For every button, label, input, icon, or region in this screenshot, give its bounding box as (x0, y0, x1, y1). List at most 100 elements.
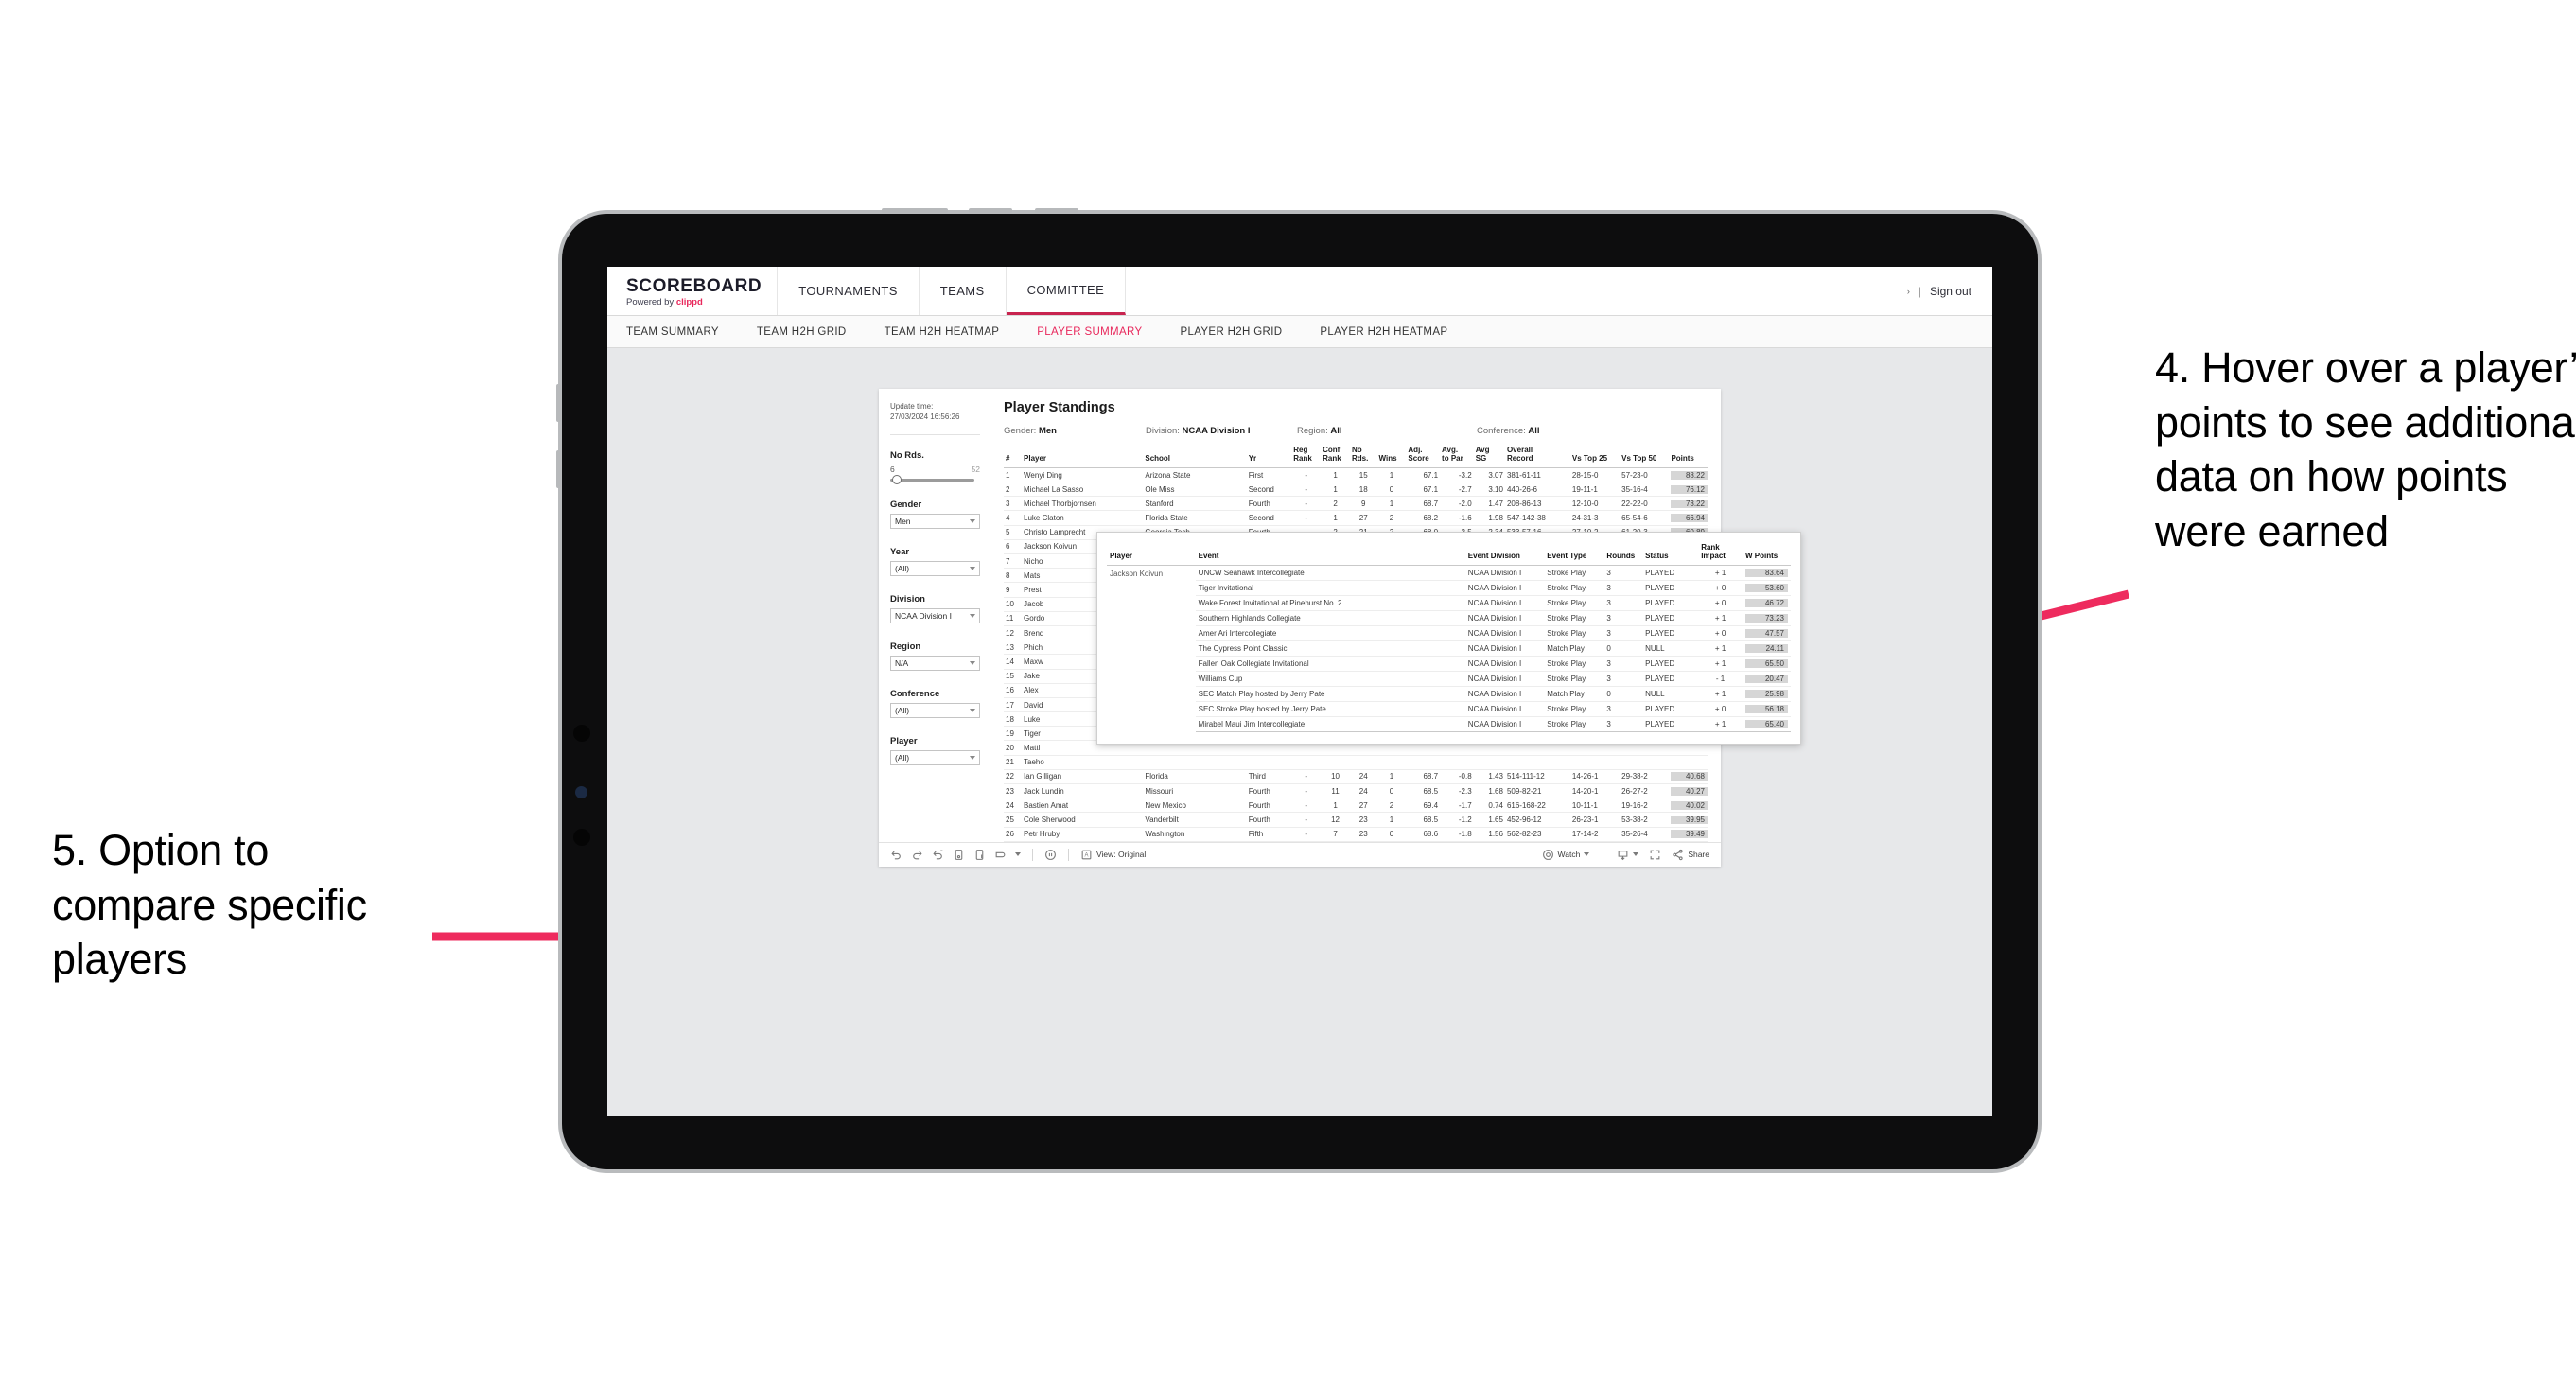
cell-school: Ole Miss (1143, 482, 1247, 498)
tooltip-cell-impact: + 0 (1698, 625, 1744, 642)
cell-pts[interactable] (1669, 755, 1708, 770)
sign-out-button[interactable]: Sign out (1930, 285, 1971, 298)
tooltip-cell-rounds: 3 (1603, 716, 1643, 733)
column-header-yr[interactable]: Yr (1246, 445, 1292, 468)
points-badge[interactable]: 40.27 (1671, 786, 1708, 796)
table-row[interactable]: 23 Jack Lundin Missouri Fourth -11 24 0 68.5 -2.… (1004, 783, 1708, 799)
column-header-adj-score[interactable]: Adj. Score (1406, 445, 1441, 468)
tab-team-h2h-grid[interactable]: TEAM H2H GRID (757, 326, 847, 338)
region-select[interactable]: N/A (890, 655, 980, 671)
table-row[interactable]: 26 Petr Hruby Washington Fifth -7 23 0 68.6 -1.8… (1004, 827, 1708, 842)
tab-team-summary[interactable]: TEAM SUMMARY (626, 326, 719, 338)
points-badge[interactable]: 73.22 (1671, 499, 1708, 508)
pause-auto-update-icon[interactable] (1044, 849, 1057, 861)
power-button[interactable] (882, 208, 948, 213)
gender-select[interactable]: Men (890, 513, 980, 529)
chevron-right-icon[interactable]: › (1907, 287, 1910, 296)
slider-handle[interactable] (892, 475, 902, 485)
cell-conf: 1 (1321, 510, 1350, 526)
column-header-avg-sg[interactable]: Avg SG (1473, 445, 1505, 468)
cell-school: Florida State (1143, 510, 1247, 526)
cell-pts[interactable]: 88.22 (1669, 467, 1708, 483)
tab-player-summary[interactable]: PLAYER SUMMARY (1037, 326, 1142, 338)
undo-icon[interactable] (890, 849, 902, 861)
column-header-wins[interactable]: Wins (1376, 445, 1407, 468)
table-row[interactable]: 1 Wenyi Ding Arizona State First -1 15 1 67.1 -3… (1004, 467, 1708, 483)
cell-par: -1.2 (1440, 812, 1474, 828)
player-select[interactable]: (All) (890, 749, 980, 765)
cell-pts[interactable]: 39.95 (1669, 812, 1708, 828)
column-header-vs-top-25[interactable]: Vs Top 25 (1569, 445, 1621, 468)
column-header-[interactable]: # (1004, 445, 1023, 468)
top-button-secondary[interactable] (969, 208, 1012, 213)
table-row[interactable]: 22 Ian Gilligan Florida Third -10 24 1 68.7 -0.8… (1004, 769, 1708, 785)
tab-player-h2h-heatmap[interactable]: PLAYER H2H HEATMAP (1320, 326, 1447, 338)
tooltip-cell-event: Tiger Invitational (1195, 580, 1465, 597)
cell-n: 24 (1004, 798, 1023, 814)
table-row[interactable]: 24 Bastien Amat New Mexico Fourth -1 27 2 69.4-… (1004, 798, 1708, 814)
column-header-overall-record[interactable]: Overall Record (1504, 445, 1570, 468)
nav-item-tournaments[interactable]: TOURNAMENTS (778, 267, 920, 315)
cell-yr: Fifth (1246, 827, 1292, 842)
column-header-vs-top-50[interactable]: Vs Top 50 (1620, 445, 1670, 468)
points-badge[interactable]: 40.68 (1671, 772, 1708, 781)
points-badge[interactable]: 66.94 (1671, 514, 1708, 523)
nav-item-committee[interactable]: COMMITTEE (1006, 267, 1127, 315)
points-badge[interactable]: 39.49 (1671, 830, 1708, 839)
table-row[interactable]: 21 Taeho (1004, 755, 1708, 770)
view-original-button[interactable]: A View: Original (1080, 849, 1146, 861)
column-header-avg-to-par[interactable]: Avg. to Par (1440, 445, 1474, 468)
tooltip-cell-player (1107, 702, 1196, 717)
column-header-points[interactable]: Points (1669, 445, 1708, 468)
watch-button[interactable]: Watch (1542, 849, 1590, 861)
volume-button-down[interactable] (556, 450, 561, 488)
cell-pts[interactable]: 40.02 (1669, 798, 1708, 814)
cell-pts[interactable]: 39.49 (1669, 827, 1708, 842)
share-button[interactable]: Share (1672, 849, 1709, 861)
tooltip-body: Jackson Koivun UNCW Seahawk Intercollegia… (1107, 565, 1791, 733)
column-header-reg-rank[interactable]: Reg Rank (1291, 445, 1322, 468)
table-row[interactable]: 25 Cole Sherwood Vanderbilt Fourth -12 23 1 68.… (1004, 812, 1708, 828)
volume-button-up[interactable] (556, 384, 561, 422)
division-select[interactable]: NCAA Division I (890, 607, 980, 623)
tab-team-h2h-heatmap[interactable]: TEAM H2H HEATMAP (885, 326, 1000, 338)
tab-player-h2h-grid[interactable]: PLAYER H2H GRID (1180, 326, 1282, 338)
column-header-player[interactable]: Player (1022, 445, 1144, 468)
cell-pts[interactable]: 76.12 (1669, 482, 1708, 498)
tooltip-cell-division: NCAA Division I (1464, 610, 1545, 627)
refresh-data-icon[interactable] (953, 849, 965, 861)
cell-pts[interactable]: 73.22 (1669, 496, 1708, 512)
highlight-icon[interactable] (994, 849, 1007, 861)
download-button[interactable] (1617, 849, 1639, 861)
cell-rec (1504, 755, 1570, 770)
column-header-school[interactable]: School (1143, 445, 1247, 468)
redo-icon[interactable] (911, 849, 923, 861)
table-row[interactable]: 2 Michael La Sasso Ole Miss Second -1 18 0 67.1… (1004, 482, 1708, 498)
conference-select[interactable]: (All) (890, 702, 980, 718)
points-badge[interactable]: 40.02 (1671, 800, 1708, 810)
pause-updates-icon[interactable] (973, 849, 986, 861)
points-badge[interactable]: 76.12 (1671, 484, 1708, 494)
points-badge[interactable]: 39.95 (1671, 816, 1708, 824)
table-row[interactable]: 4 Luke Claton Florida State Second -1 27 2 68.2… (1004, 510, 1708, 526)
no-rounds-slider[interactable] (890, 475, 974, 485)
top-button-tertiary[interactable] (1035, 208, 1078, 213)
conference-select-value: (All) (895, 705, 910, 715)
cell-pts[interactable]: 40.68 (1669, 769, 1708, 785)
nav-item-teams[interactable]: TEAMS (920, 267, 1007, 315)
brand-logo[interactable]: SCOREBOARD Powered by clippd (607, 267, 779, 315)
year-select[interactable]: (All) (890, 560, 980, 576)
column-header-no-rds[interactable]: No Rds. (1350, 445, 1377, 468)
cell-pts[interactable]: 66.94 (1669, 510, 1708, 526)
tooltip-row: Amer Ari Intercollegiate NCAA Division IS… (1107, 625, 1791, 642)
chevron-down-icon[interactable] (1015, 852, 1021, 857)
table-row[interactable]: 3 Michael Thorbjornsen Stanford Fourth -2 9 1 6… (1004, 496, 1708, 512)
fullscreen-icon[interactable] (1649, 849, 1661, 861)
column-header-conf-rank[interactable]: Conf Rank (1321, 445, 1350, 468)
chevron-down-icon (970, 518, 975, 523)
cell-conf (1321, 755, 1350, 770)
cell-pts[interactable]: 40.27 (1669, 783, 1708, 799)
points-badge[interactable]: 88.22 (1671, 470, 1708, 480)
tooltip-cell-impact: + 1 (1698, 656, 1744, 673)
revert-icon[interactable] (932, 849, 944, 861)
